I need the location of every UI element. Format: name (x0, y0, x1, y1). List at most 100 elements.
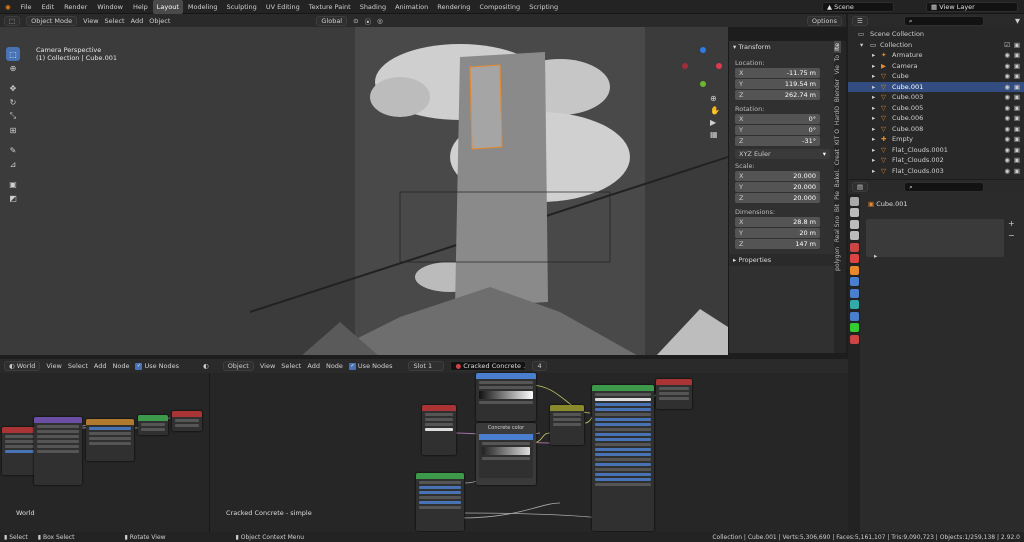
add-icon[interactable]: + (1008, 218, 1015, 230)
scale-x-field[interactable]: X 20.000 (735, 171, 820, 181)
gizmo-z-icon[interactable] (700, 47, 706, 53)
tab-scripting[interactable]: Scripting (525, 0, 562, 14)
material-users-count[interactable]: 4 (532, 361, 547, 371)
node-ambient-occlusion[interactable] (422, 405, 456, 455)
particles-icon[interactable] (849, 288, 859, 298)
scene-properties-icon[interactable] (849, 242, 859, 252)
eye-icon[interactable]: ◉ (1004, 61, 1010, 72)
tab-uv-editing[interactable]: UV Editing (262, 0, 304, 14)
chevron-right-icon[interactable]: ▸ (874, 252, 877, 260)
outliner-item[interactable]: ▸ ✚ Empty ◉ ▣ (848, 134, 1024, 145)
object-type-dropdown[interactable]: Object (222, 361, 254, 371)
camera-render-icon[interactable]: ▣ (1014, 103, 1020, 114)
dimensions-y-field[interactable]: Y 20 m (735, 228, 820, 238)
slot-dropdown[interactable]: Slot 1 (408, 361, 445, 371)
node-principled-bsdf[interactable] (592, 385, 654, 531)
node-environment-texture[interactable] (86, 419, 134, 461)
menu-view-left[interactable]: View (46, 362, 61, 370)
node-material-output[interactable] (656, 379, 692, 409)
rotation-z-field[interactable]: Z -31° (735, 136, 820, 146)
tab-texture-paint[interactable]: Texture Paint (305, 0, 355, 14)
navigation-gizmo[interactable] (680, 47, 726, 93)
outliner-item[interactable]: ▸ ▽ Cube.006 ◉ ▣ (848, 113, 1024, 124)
properties-panel-header[interactable]: ▸ Properties (729, 254, 834, 266)
physics-icon[interactable] (849, 300, 859, 309)
cursor-icon[interactable]: ⊕ (6, 61, 20, 75)
eye-icon[interactable]: ◉ (1004, 50, 1010, 61)
outliner-item[interactable]: ▸ ✦ Armature ◉ ▣ (848, 50, 1024, 61)
menu-node-left[interactable]: Node (112, 362, 129, 370)
constraints-icon[interactable] (849, 311, 859, 321)
expand-arrow-icon[interactable]: ▸ (872, 50, 875, 61)
menu-object[interactable]: Object (149, 17, 170, 25)
rotation-mode-dropdown[interactable]: XYZ Euler ▾ (735, 149, 830, 159)
tab-layout[interactable]: Layout (152, 0, 183, 14)
menu-node-right[interactable]: Node (326, 362, 343, 370)
modifier-properties-icon[interactable] (849, 277, 859, 286)
node-editor[interactable]: Concrete color World Cracked Concrete - … (0, 373, 848, 532)
world-type-dropdown[interactable]: ◐ World (4, 361, 41, 371)
tab-animation[interactable]: Animation (391, 0, 432, 14)
measure-icon[interactable]: ⊿ (6, 157, 20, 171)
properties-editor-type-icon[interactable]: ▤ (852, 181, 869, 192)
tab-hardops[interactable]: HardO (834, 104, 841, 127)
tab-view[interactable]: Vie (834, 63, 841, 76)
material-selector[interactable]: ● Cracked Concrete ... (450, 361, 527, 371)
gizmo-y-icon[interactable] (700, 81, 706, 87)
expand-arrow-icon[interactable]: ▸ (872, 61, 875, 72)
outliner-collection[interactable]: ▾ ▭ Collection ☑ ▣ (848, 40, 1024, 51)
mode-dropdown[interactable]: Object Mode (26, 15, 78, 26)
expand-arrow-icon[interactable]: ▸ (872, 145, 875, 156)
outliner-item[interactable]: ▸ ▽ Cube.001 ◉ ▣ (848, 81, 1024, 93)
tab-polygon[interactable]: polygon (834, 245, 841, 273)
expand-arrow-icon[interactable]: ▸ (872, 124, 875, 135)
pan-icon[interactable]: ✋ (710, 105, 720, 117)
expand-arrow-icon[interactable]: ▸ (872, 155, 875, 166)
gizmo-x-icon[interactable] (716, 63, 722, 69)
menu-help[interactable]: Help (128, 0, 153, 14)
eye-icon[interactable]: ◉ (1004, 166, 1010, 177)
eye-icon[interactable]: ◉ (1004, 82, 1010, 93)
world-properties-icon[interactable] (849, 254, 859, 263)
extra-tool-icon[interactable]: ◩ (6, 191, 20, 205)
scene-selector[interactable]: ▲ Scene (822, 2, 894, 12)
gizmo-neg-x-icon[interactable] (682, 63, 688, 69)
tab-bakelab[interactable]: Bakel. (834, 167, 841, 189)
menu-view[interactable]: View (83, 17, 98, 25)
camera-render-icon[interactable]: ▣ (1014, 82, 1020, 93)
tab-bit[interactable]: Bit (834, 202, 841, 214)
tab-pie[interactable]: Pie (834, 189, 841, 202)
tab-real-snow[interactable]: Real Sno (834, 214, 841, 244)
tab-tool[interactable]: To (834, 53, 841, 63)
camera-view-icon[interactable]: ▶ (710, 117, 720, 129)
proportional-edit-icon[interactable]: ◎ (377, 17, 383, 25)
ortho-toggle-icon[interactable]: ▦ (710, 129, 720, 141)
output-properties-icon[interactable] (849, 219, 859, 229)
render-properties-icon[interactable] (849, 208, 859, 217)
pivot-icon[interactable]: ⊙ (353, 17, 358, 25)
camera-render-icon[interactable]: ▣ (1014, 155, 1020, 166)
outliner-search-input[interactable]: ⌕ (903, 15, 984, 26)
view-layer-selector[interactable]: ▦ View Layer (926, 2, 1018, 12)
menu-edit[interactable]: Edit (37, 0, 60, 14)
location-z-field[interactable]: Z 262.74 m (735, 90, 820, 100)
camera-render-icon[interactable]: ▣ (1014, 92, 1020, 103)
material-properties-icon[interactable] (849, 334, 859, 344)
menu-file[interactable]: File (16, 0, 37, 14)
node-world-output[interactable] (172, 411, 202, 431)
camera-render-icon[interactable]: ▣ (1014, 145, 1020, 156)
eye-icon[interactable]: ◉ (1004, 103, 1010, 114)
eye-icon[interactable]: ◉ (1004, 124, 1010, 135)
menu-window[interactable]: Window (92, 0, 128, 14)
outliner-item[interactable]: ▸ ▽ Cube.005 ◉ ▣ (848, 103, 1024, 114)
filter-icon[interactable]: ▼ (1015, 17, 1020, 25)
expand-arrow-icon[interactable]: ▸ (872, 134, 875, 145)
remove-icon[interactable]: − (1008, 230, 1015, 242)
expand-arrow-icon[interactable]: ▸ (872, 71, 875, 82)
camera-render-icon[interactable]: ▣ (1014, 113, 1020, 124)
expand-arrow-icon[interactable]: ▸ (872, 82, 875, 93)
tab-item[interactable]: Ite (834, 41, 841, 53)
properties-search-input[interactable]: ⌕ (904, 181, 985, 192)
checkbox-icon[interactable]: ☑ (1004, 40, 1010, 51)
tab-shading[interactable]: Shading (356, 0, 390, 14)
